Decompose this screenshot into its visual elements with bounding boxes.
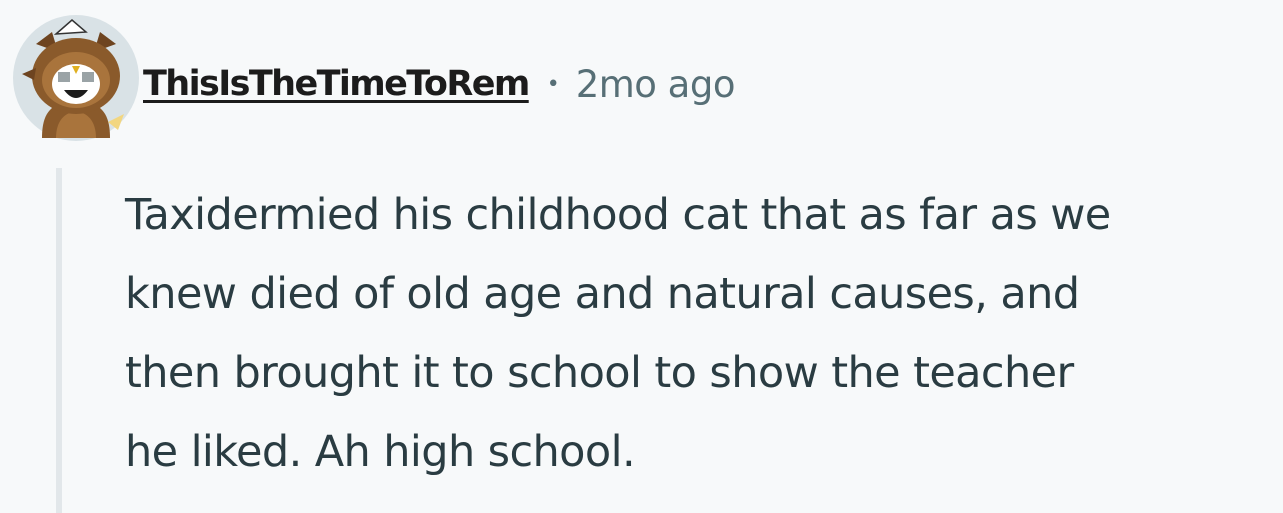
comment-header: ThisIsTheTimeToRem • 2mo ago [143, 56, 735, 112]
comment-body-line: then brought it to school to show the te… [125, 348, 1074, 398]
thread-collapse-line[interactable] [56, 168, 62, 513]
comment-body-line: knew died of old age and natural causes,… [125, 269, 1080, 319]
comment-body: Taxidermied his childhood cat that as fa… [125, 176, 1275, 492]
comment-body-line: he liked. Ah high school. [125, 427, 636, 477]
user-avatar[interactable] [12, 14, 140, 142]
comment: ThisIsTheTimeToRem • 2mo ago Taxidermied… [0, 0, 1283, 513]
snoo-owl-costume-avatar-icon [13, 15, 139, 141]
comment-body-line: Taxidermied his childhood cat that as fa… [125, 190, 1111, 240]
author-username-link[interactable]: ThisIsTheTimeToRem [143, 64, 530, 104]
comment-timestamp[interactable]: 2mo ago [576, 63, 736, 106]
meta-separator: • [546, 71, 560, 97]
